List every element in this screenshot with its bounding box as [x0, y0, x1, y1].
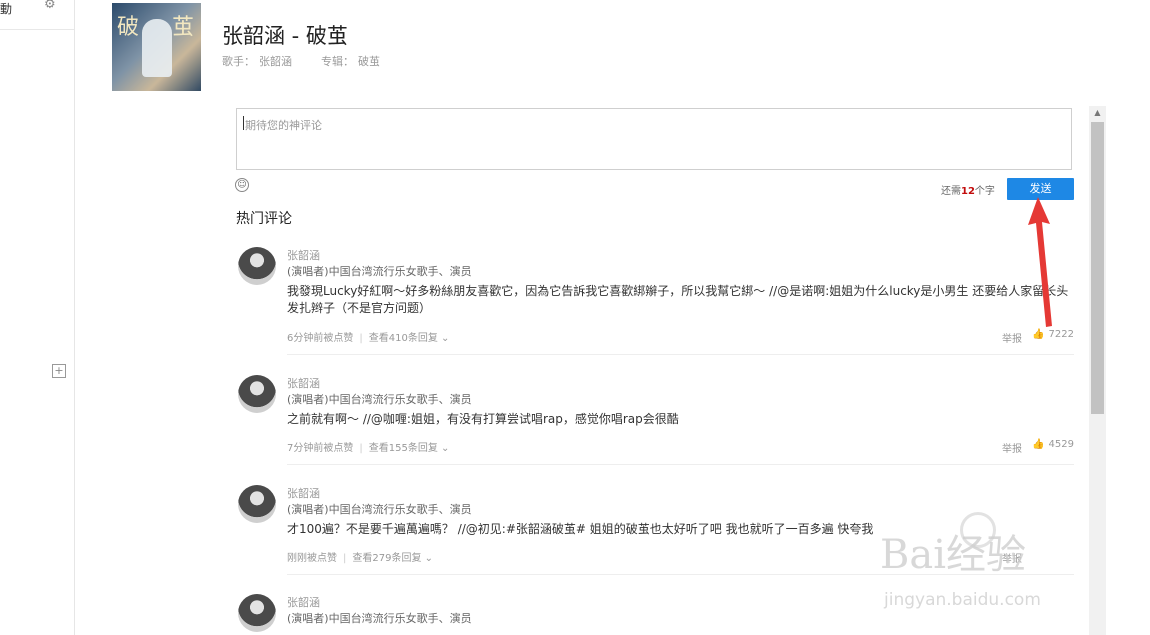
comment-time: 7分钟前被点赞	[287, 443, 354, 454]
text-caret	[243, 116, 244, 130]
remain-prefix: 还需	[941, 186, 961, 197]
comment-footer: 7分钟前被点赞 | 查看155条回复 ⌄	[287, 443, 450, 454]
sidebar-top: 動 ⚙	[0, 0, 74, 30]
report-link[interactable]: 举报	[1002, 440, 1022, 455]
comment-author-role: (演唱者)中国台湾流行乐女歌手、演员	[287, 503, 472, 516]
remaining-chars: 还需12个字	[941, 182, 995, 197]
comment-author-role: (演唱者)中国台湾流行乐女歌手、演员	[287, 265, 472, 278]
plus-box-icon[interactable]: +	[52, 364, 66, 378]
watermark-url: jingyan.baidu.com	[884, 590, 1041, 610]
view-replies-link[interactable]: 查看155条回复	[369, 443, 438, 454]
comment-footer: 6分钟前被点赞 | 查看410条回复 ⌄	[287, 333, 450, 344]
comment-author[interactable]: 张韶涵	[287, 247, 320, 263]
comment-footer: 刚刚被点赞 | 查看279条回复 ⌄	[287, 553, 434, 564]
song-meta: 歌手： 张韶涵 专辑： 破茧	[222, 53, 384, 69]
scroll-up-arrow-icon[interactable]: ▲	[1089, 106, 1106, 120]
comment-item: 张韶涵 (演唱者)中国台湾流行乐女歌手、演员 之前就有啊～ //@咖喱:姐姐，有…	[236, 375, 1074, 473]
sidebar-top-label: 動	[0, 2, 13, 16]
comment-time: 刚刚被点赞	[287, 553, 337, 564]
comment-text: 我發現Lucky好紅啊～好多粉絲朋友喜歡它，因為它告訴我它喜歡綁辮子，所以我幫它…	[287, 284, 1069, 315]
scrollbar-thumb[interactable]	[1091, 122, 1104, 414]
comment-placeholder: 期待您的神评论	[245, 119, 322, 132]
comment-input[interactable]: 期待您的神评论	[236, 108, 1072, 170]
hot-comments-title: 热门评论	[236, 211, 292, 227]
left-sidebar: 動 ⚙ +	[0, 0, 75, 635]
view-replies-link[interactable]: 查看410条回复	[369, 333, 438, 344]
smiley-icon[interactable]: ☺	[235, 178, 249, 192]
thumbs-up-icon: 👍	[1032, 329, 1045, 340]
avatar[interactable]	[238, 375, 276, 413]
gear-icon[interactable]: ⚙	[44, 0, 56, 12]
remain-count: 12	[961, 186, 975, 197]
comment-time: 6分钟前被点赞	[287, 333, 354, 344]
comment-author-role: (演唱者)中国台湾流行乐女歌手、演员	[287, 612, 472, 625]
like-count: 4529	[1048, 439, 1074, 450]
watermark-logo: Bai经验	[880, 532, 1027, 578]
divider	[287, 464, 1074, 465]
comment-author[interactable]: 张韶涵	[287, 485, 320, 501]
song-title: 张韶涵 - 破茧	[222, 24, 348, 48]
album-label: 专辑：	[321, 55, 354, 68]
singer-link[interactable]: 张韶涵	[259, 55, 292, 68]
album-link[interactable]: 破茧	[358, 55, 380, 68]
chevron-down-icon[interactable]: ⌄	[425, 553, 433, 564]
divider	[287, 354, 1074, 355]
comment-author-role: (演唱者)中国台湾流行乐女歌手、演员	[287, 393, 472, 406]
comment-text: 之前就有啊～ //@咖喱:姐姐，有没有打算尝试唱rap，感觉你唱rap会很酷	[287, 412, 679, 426]
album-cover: 破茧	[112, 3, 201, 91]
avatar[interactable]	[238, 247, 276, 285]
avatar[interactable]	[238, 594, 276, 632]
comment-item: 张韶涵 (演唱者)中国台湾流行乐女歌手、演员 我發現Lucky好紅啊～好多粉絲朋…	[236, 247, 1074, 355]
chevron-down-icon[interactable]: ⌄	[441, 443, 449, 454]
chevron-down-icon[interactable]: ⌄	[441, 333, 449, 344]
avatar[interactable]	[238, 485, 276, 523]
singer-label: 歌手：	[222, 55, 255, 68]
comment-author[interactable]: 张韶涵	[287, 594, 320, 610]
like-count: 7222	[1048, 329, 1074, 340]
thumbs-up-icon: 👍	[1032, 439, 1045, 450]
comment-author[interactable]: 张韶涵	[287, 375, 320, 391]
view-replies-link[interactable]: 查看279条回复	[352, 553, 421, 564]
like-button[interactable]: 👍 7222	[1032, 329, 1074, 340]
annotation-arrow	[1028, 197, 1052, 327]
report-link[interactable]: 举报	[1002, 330, 1022, 345]
like-button[interactable]: 👍 4529	[1032, 439, 1074, 450]
remain-suffix: 个字	[974, 186, 995, 197]
